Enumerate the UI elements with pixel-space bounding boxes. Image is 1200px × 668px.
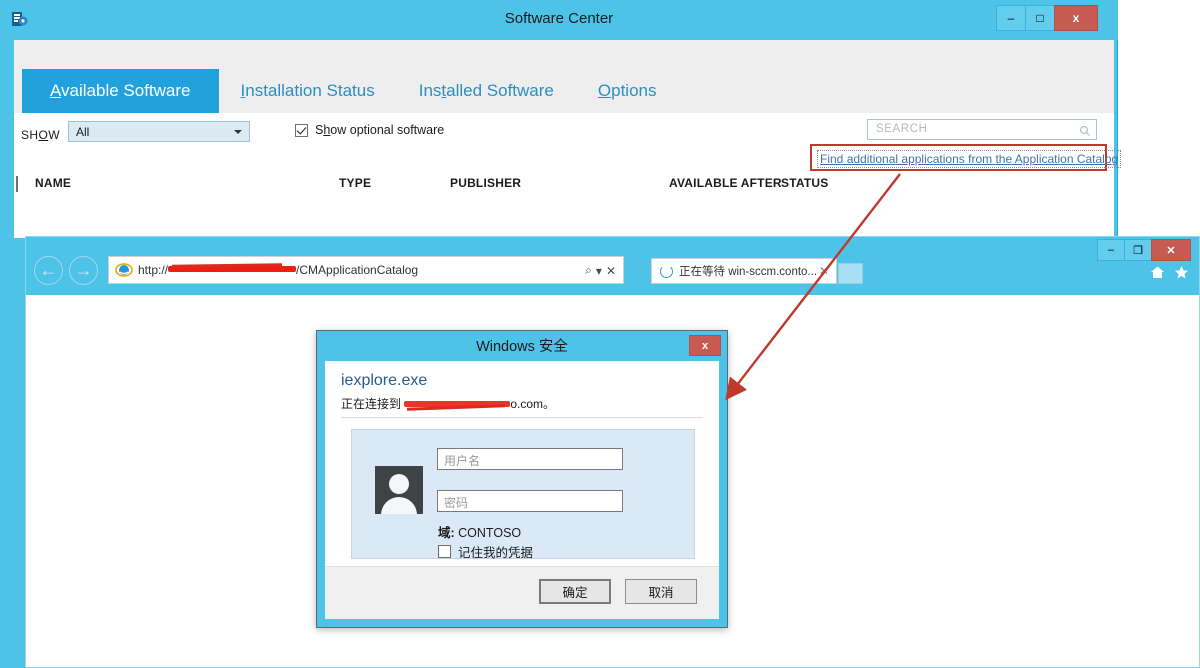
dialog-footer: 确定 取消 [325, 566, 719, 619]
forward-button[interactable]: → [69, 256, 98, 285]
checkbox-icon [438, 545, 451, 558]
dialog-app-name: iexplore.exe [341, 372, 428, 389]
internet-explorer-icon [115, 261, 133, 279]
tab-installed-software[interactable]: Installed Software [397, 69, 576, 113]
ok-button[interactable]: 确定 [539, 579, 611, 604]
browser-close-button[interactable]: ✕ [1151, 239, 1191, 261]
browser-minimize-button[interactable]: – [1097, 239, 1125, 261]
application-catalog-link-label: ind additional applications from the App… [827, 152, 1119, 166]
connecting-suffix: o.com。 [510, 397, 556, 411]
show-filter-label: SHOW [21, 128, 60, 142]
home-icon[interactable] [1150, 265, 1165, 285]
tab-available-software-label: vailable Software [61, 81, 191, 100]
connecting-prefix: 正在连接到 [341, 397, 405, 411]
browser-restore-button[interactable]: ❐ [1124, 239, 1152, 261]
password-field[interactable]: 密码 [437, 490, 623, 512]
browser-chrome: – ❐ ✕ ← → http:// /CMApplicationCatalog ⌕… [26, 237, 1199, 295]
software-center-window-controls: – □ x [996, 5, 1098, 31]
dialog-title: Windows 安全 [476, 339, 568, 355]
stop-icon[interactable]: ✕ [606, 264, 616, 278]
search-icon [1079, 124, 1091, 136]
url-suffix: /CMApplicationCatalog [296, 263, 419, 277]
address-bar-tools[interactable]: ⌕ ▾ ✕ [585, 263, 616, 278]
tab-available-software[interactable]: Available Software [22, 69, 219, 113]
search-icon[interactable]: ⌕ [585, 263, 592, 278]
tab-options[interactable]: Options [576, 69, 679, 113]
back-button[interactable]: ← [34, 256, 63, 285]
checkbox-icon [295, 123, 308, 137]
show-filter-select[interactable]: All [68, 121, 250, 142]
show-filter-value: All [76, 125, 90, 139]
column-header-name[interactable]: NAME [35, 176, 71, 190]
address-bar-url: http:// /CMApplicationCatalog [138, 263, 418, 277]
domain-info: 域: CONTOSO [438, 522, 521, 541]
domain-value: CONTOSO [458, 526, 522, 540]
column-header-type[interactable]: TYPE [339, 176, 371, 190]
tab-installation-status-label: nstallation Status [245, 81, 375, 100]
username-field[interactable]: 用户名 [437, 448, 623, 470]
connecting-redacted-host [404, 399, 511, 411]
url-prefix: http:// [138, 263, 169, 277]
column-header-status[interactable]: STATUS [781, 176, 828, 190]
show-optional-software-checkbox[interactable]: Show optional software [295, 123, 444, 137]
star-icon[interactable] [1174, 265, 1189, 285]
column-header-available-after[interactable]: AVAILABLE AFTER [669, 176, 782, 190]
search-input[interactable]: SEARCH [867, 119, 1097, 140]
domain-label: 域: [438, 526, 455, 540]
tab-strip: Available Software Installation Status I… [14, 40, 1114, 113]
remember-credentials-label: 记住我的凭据 [458, 546, 534, 560]
windows-security-dialog: Windows 安全 x iexplore.exe 正在连接到 o.com。 用… [316, 330, 728, 628]
tab-options-label: ptions [611, 81, 657, 100]
search-placeholder: SEARCH [876, 123, 928, 135]
url-redacted-host [168, 263, 297, 275]
close-button[interactable]: x [1054, 5, 1098, 31]
application-catalog-link[interactable]: Find additional applications from the Ap… [817, 150, 1122, 168]
dialog-connecting-text: 正在连接到 o.com。 [341, 395, 555, 412]
minimize-button[interactable]: – [996, 5, 1026, 31]
avatar [375, 466, 423, 514]
address-bar[interactable]: http:// /CMApplicationCatalog ⌕ ▾ ✕ [108, 256, 624, 284]
new-tab-button[interactable] [838, 263, 863, 284]
tab-installed-software-label: alled Software [446, 81, 554, 100]
browser-tab[interactable]: 正在等待 win-sccm.conto... ✕ [651, 258, 837, 284]
select-all-checkbox[interactable] [16, 176, 18, 192]
credentials-panel: 用户名 密码 域: CONTOSO 记住我的凭据 [351, 429, 695, 561]
browser-tab-title: 正在等待 win-sccm.conto... [679, 266, 818, 278]
show-optional-software-label: Show optional software [315, 123, 445, 137]
loading-spinner-icon [660, 264, 673, 278]
password-placeholder: 密码 [444, 496, 469, 510]
tab-list: Available Software Installation Status I… [22, 69, 678, 113]
software-center-titlebar: Software Center – □ x [0, 0, 1118, 40]
column-header-publisher[interactable]: PUBLISHER [450, 176, 521, 190]
chevron-down-icon [234, 130, 242, 134]
chevron-down-icon[interactable]: ▾ [596, 264, 602, 278]
dialog-divider [341, 417, 703, 418]
software-list-body [14, 198, 1114, 238]
browser-toolbar-icons [1150, 265, 1189, 285]
dialog-close-button[interactable]: x [689, 335, 721, 356]
browser-window-controls: – ❐ ✕ [1097, 239, 1191, 265]
remember-credentials-checkbox[interactable]: 记住我的凭据 [438, 542, 533, 561]
maximize-button[interactable]: □ [1025, 5, 1055, 31]
window-title: Software Center [504, 10, 614, 27]
software-list-header: NAME TYPE PUBLISHER AVAILABLE AFTER STAT… [14, 168, 1114, 198]
dialog-body: iexplore.exe 正在连接到 o.com。 用户名 密码 域: CONT… [325, 361, 719, 619]
browser-tab-close-icon[interactable]: ✕ [819, 264, 829, 278]
username-placeholder: 用户名 [444, 454, 481, 468]
cancel-button[interactable]: 取消 [625, 579, 697, 604]
tab-installation-status[interactable]: Installation Status [219, 69, 397, 113]
